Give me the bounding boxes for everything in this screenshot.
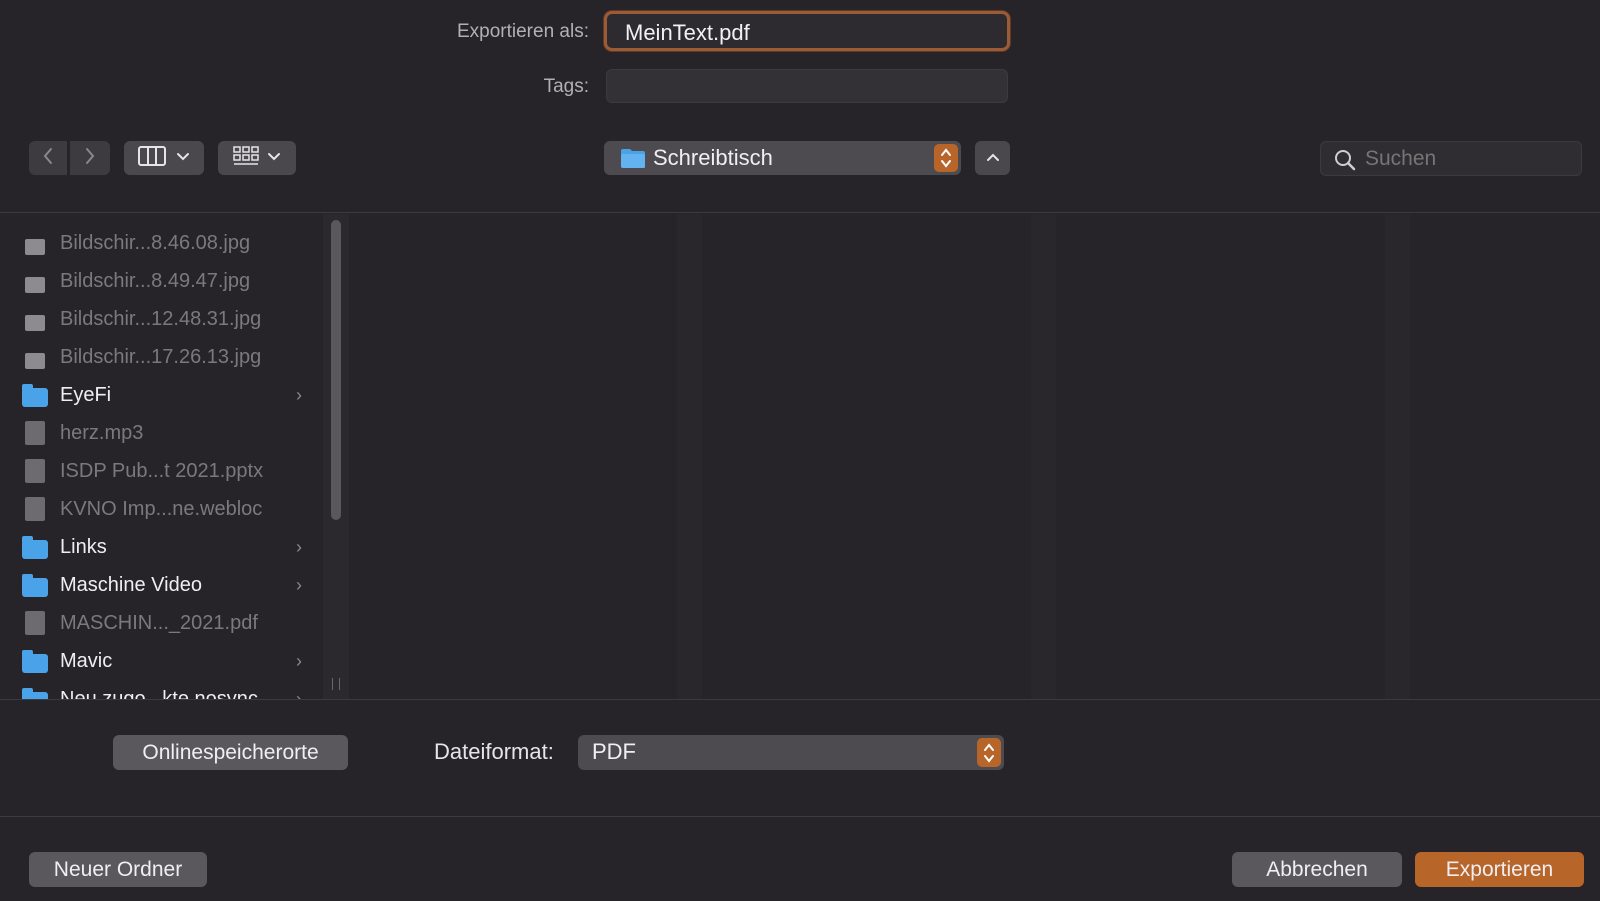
search-icon — [1333, 148, 1357, 177]
folder-icon — [620, 148, 646, 174]
list-item: Bildschir...17.26.13.jpg — [22, 338, 302, 376]
footer-divider — [0, 816, 1600, 817]
list-item: Bildschir...8.49.47.jpg — [22, 262, 302, 300]
file-format-value: PDF — [592, 739, 636, 764]
file-list-column[interactable]: Bildschir...8.46.08.jpg Bildschir...8.49.… — [0, 214, 323, 699]
list-item-label: ISDP Pub...t 2021.pptx — [60, 459, 264, 482]
chevron-right-icon: › — [296, 688, 302, 700]
list-item-label: Bildschir...8.49.47.jpg — [60, 269, 251, 292]
search-input[interactable] — [1365, 144, 1575, 174]
toolbar-divider — [0, 212, 1600, 213]
column-divider[interactable] — [1385, 214, 1410, 699]
list-item-label: Maschine Video — [60, 573, 202, 596]
back-button[interactable] — [29, 141, 67, 175]
list-item: KVNO Imp...ne.webloc — [22, 490, 302, 528]
list-item[interactable]: Neu zugo...kte.nosync › — [22, 680, 302, 699]
search-field[interactable] — [1320, 141, 1582, 176]
list-item-label: herz.mp3 — [60, 421, 144, 444]
list-item-label: EyeFi — [60, 383, 112, 406]
list-item: ISDP Pub...t 2021.pptx — [22, 452, 302, 490]
column-view-button[interactable] — [124, 141, 204, 175]
chevron-right-icon — [84, 147, 96, 170]
vertical-scrollbar[interactable] — [323, 214, 349, 699]
list-item-label: Bildschir...12.48.31.jpg — [60, 307, 262, 330]
tags-input[interactable] — [606, 69, 1008, 103]
list-item-label: Mavic — [60, 649, 113, 672]
column-divider[interactable] — [1031, 214, 1056, 699]
chevron-right-icon: › — [296, 536, 302, 557]
folder-icon — [22, 649, 48, 673]
scrollbar-thumb[interactable] — [331, 220, 341, 520]
list-item[interactable]: EyeFi › — [22, 376, 302, 414]
list-item-label: Bildschir...17.26.13.jpg — [60, 345, 262, 368]
chevron-down-icon — [176, 149, 190, 167]
export-as-label: Exportieren als: — [456, 21, 589, 42]
forward-button[interactable] — [70, 141, 110, 175]
image-file-icon — [25, 277, 45, 293]
folder-icon — [22, 535, 48, 559]
chevron-down-icon — [267, 149, 281, 167]
document-icon — [25, 421, 45, 445]
grid-icon — [233, 145, 259, 171]
list-item-label: Bildschir...8.46.08.jpg — [60, 231, 251, 254]
stepper-icon — [934, 144, 958, 172]
chevron-right-icon: › — [296, 650, 302, 671]
group-view-button[interactable] — [218, 141, 296, 175]
list-item: Bildschir...8.46.08.jpg — [22, 224, 302, 262]
filename-input[interactable]: MeinText.pdf — [604, 11, 1010, 51]
browser-divider — [0, 699, 1600, 700]
folder-icon — [22, 573, 48, 597]
location-popup[interactable]: Schreibtisch — [604, 141, 961, 175]
list-item[interactable]: Maschine Video › — [22, 566, 302, 604]
folder-icon — [22, 383, 48, 407]
list-item[interactable]: Mavic › — [22, 642, 302, 680]
export-button[interactable]: Exportieren — [1415, 852, 1584, 887]
list-item-label: MASCHIN..._2021.pdf — [60, 611, 258, 634]
new-folder-button[interactable]: Neuer Ordner — [29, 852, 207, 887]
list-item-label: Neu zugo...kte.nosync — [60, 687, 258, 700]
location-label: Schreibtisch — [653, 145, 773, 170]
expand-collapse-button[interactable] — [975, 141, 1010, 175]
list-item-label: Links — [60, 535, 107, 558]
online-locations-button[interactable]: Onlinespeicherorte — [113, 735, 348, 770]
chevron-left-icon — [42, 147, 54, 170]
cancel-button[interactable]: Abbrechen — [1232, 852, 1402, 887]
list-item: Bildschir...12.48.31.jpg — [22, 300, 302, 338]
document-icon — [25, 459, 45, 483]
list-item-label: KVNO Imp...ne.webloc — [60, 497, 263, 520]
document-icon — [25, 497, 45, 521]
tags-label: Tags: — [543, 76, 589, 97]
chevron-right-icon: › — [296, 384, 302, 405]
image-file-icon — [25, 353, 45, 369]
file-format-popup[interactable]: PDF — [578, 735, 1004, 770]
column-divider[interactable] — [677, 214, 702, 699]
image-file-icon — [25, 315, 45, 331]
list-item: MASCHIN..._2021.pdf — [22, 604, 302, 642]
chevron-right-icon: › — [296, 574, 302, 595]
columns-icon — [138, 145, 166, 171]
resize-handle-icon[interactable] — [332, 678, 340, 690]
file-format-label: Dateiformat: — [434, 739, 554, 764]
list-item[interactable]: Links › — [22, 528, 302, 566]
stepper-icon — [977, 738, 1001, 767]
image-file-icon — [25, 239, 45, 255]
chevron-up-icon — [986, 149, 1000, 167]
list-item: herz.mp3 — [22, 414, 302, 452]
document-icon — [25, 611, 45, 635]
folder-icon — [22, 687, 48, 699]
